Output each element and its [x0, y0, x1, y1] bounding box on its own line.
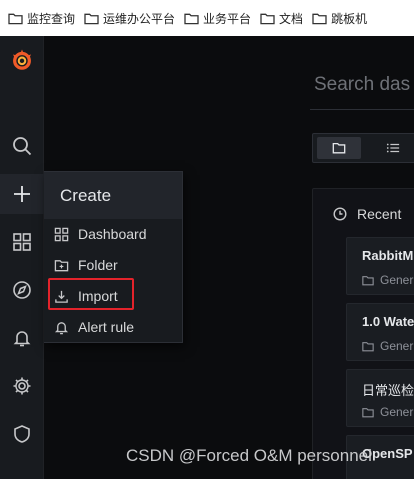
dashboard-title: 1.0 Wate — [362, 314, 414, 329]
search-underline — [310, 109, 414, 110]
create-item-label: Alert rule — [78, 319, 135, 335]
bookmark-label: 跳板机 — [331, 11, 368, 26]
bookmarks-bar: 监控查询 运维办公平台 业务平台 文档 跳板机 — [0, 0, 414, 36]
bookmark-folder[interactable]: 监控查询 — [8, 10, 75, 27]
create-item-label: Folder — [78, 257, 118, 273]
alerting-button[interactable] — [0, 318, 44, 358]
bell-icon — [54, 321, 69, 334]
bookmark-folder[interactable]: 文档 — [260, 10, 303, 27]
bookmark-folder[interactable]: 运维办公平台 — [84, 10, 175, 27]
folder-icon — [184, 13, 199, 24]
grafana-logo-icon — [13, 49, 31, 70]
folder-name: Gener — [380, 339, 414, 353]
clock-icon — [333, 207, 347, 221]
folder-name: Gener — [380, 273, 414, 287]
list-view-icon — [386, 143, 400, 153]
folder-name: Gener — [380, 405, 414, 419]
create-dashboard-item[interactable]: Dashboard — [44, 220, 183, 248]
dashboard-folder: Gener — [362, 339, 413, 353]
side-menu — [0, 36, 44, 479]
bookmark-label: 文档 — [279, 11, 304, 26]
recent-dashboard-card[interactable]: RabbitM Gener — [346, 237, 414, 295]
bookmark-label: 监控查询 — [27, 11, 76, 26]
folder-icon — [362, 407, 374, 417]
recent-dashboard-card[interactable]: 日常巡检 Gener — [346, 369, 414, 427]
folder-icon — [84, 13, 99, 24]
apps-icon — [54, 227, 69, 241]
plus-icon — [14, 186, 30, 202]
create-alert-rule-item[interactable]: Alert rule — [44, 313, 183, 341]
view-mode-toggle — [312, 133, 414, 163]
admin-button[interactable] — [0, 414, 44, 454]
recent-label: Recent — [357, 206, 402, 222]
recent-dashboard-card[interactable]: 1.0 Wate Gener — [346, 303, 414, 361]
create-item-label: Dashboard — [78, 226, 147, 242]
create-menu-header: Create — [44, 172, 182, 219]
search-icon — [13, 137, 32, 156]
dashboards-button[interactable] — [0, 222, 44, 262]
shield-icon — [14, 425, 30, 443]
folder-icon — [362, 341, 374, 351]
gear-icon — [13, 377, 31, 395]
apps-icon — [13, 233, 31, 251]
grafana-logo[interactable] — [0, 40, 44, 80]
folder-view-icon — [332, 142, 346, 154]
bookmark-folder[interactable]: 跳板机 — [312, 10, 367, 27]
bookmark-label: 运维办公平台 — [103, 11, 176, 26]
recent-section-title[interactable]: Recent — [333, 206, 401, 222]
folder-plus-icon — [54, 259, 69, 271]
list-view-button[interactable] — [371, 137, 414, 159]
folder-icon — [312, 13, 327, 24]
search-button[interactable] — [0, 126, 44, 166]
compass-icon — [13, 281, 31, 299]
import-highlight-box — [48, 278, 134, 310]
folder-icon — [260, 13, 275, 24]
explore-button[interactable] — [0, 270, 44, 310]
bookmark-folder[interactable]: 业务平台 — [184, 10, 251, 27]
recent-dashboards-panel: Recent RabbitM Gener 1.0 Wate Gener 日常巡检… — [312, 188, 414, 479]
bell-icon — [13, 331, 31, 347]
bookmark-label: 业务平台 — [203, 11, 252, 26]
dashboard-title: RabbitM — [362, 248, 414, 263]
folder-icon — [362, 275, 374, 285]
folder-view-button[interactable] — [317, 137, 361, 159]
create-folder-item[interactable]: Folder — [44, 251, 183, 279]
dashboard-title: 日常巡检 — [362, 384, 414, 399]
create-button[interactable] — [0, 174, 44, 214]
search-dashboards-placeholder[interactable]: Search das — [314, 74, 410, 96]
dashboard-folder: Gener — [362, 405, 413, 419]
dashboard-folder: Gener — [362, 273, 413, 287]
configuration-button[interactable] — [0, 366, 44, 406]
folder-icon — [8, 13, 23, 24]
csdn-watermark: CSDN @Forced O&M personnel — [126, 446, 372, 465]
create-submenu: Create Dashboard Folder Import Alert rul… — [44, 171, 183, 343]
